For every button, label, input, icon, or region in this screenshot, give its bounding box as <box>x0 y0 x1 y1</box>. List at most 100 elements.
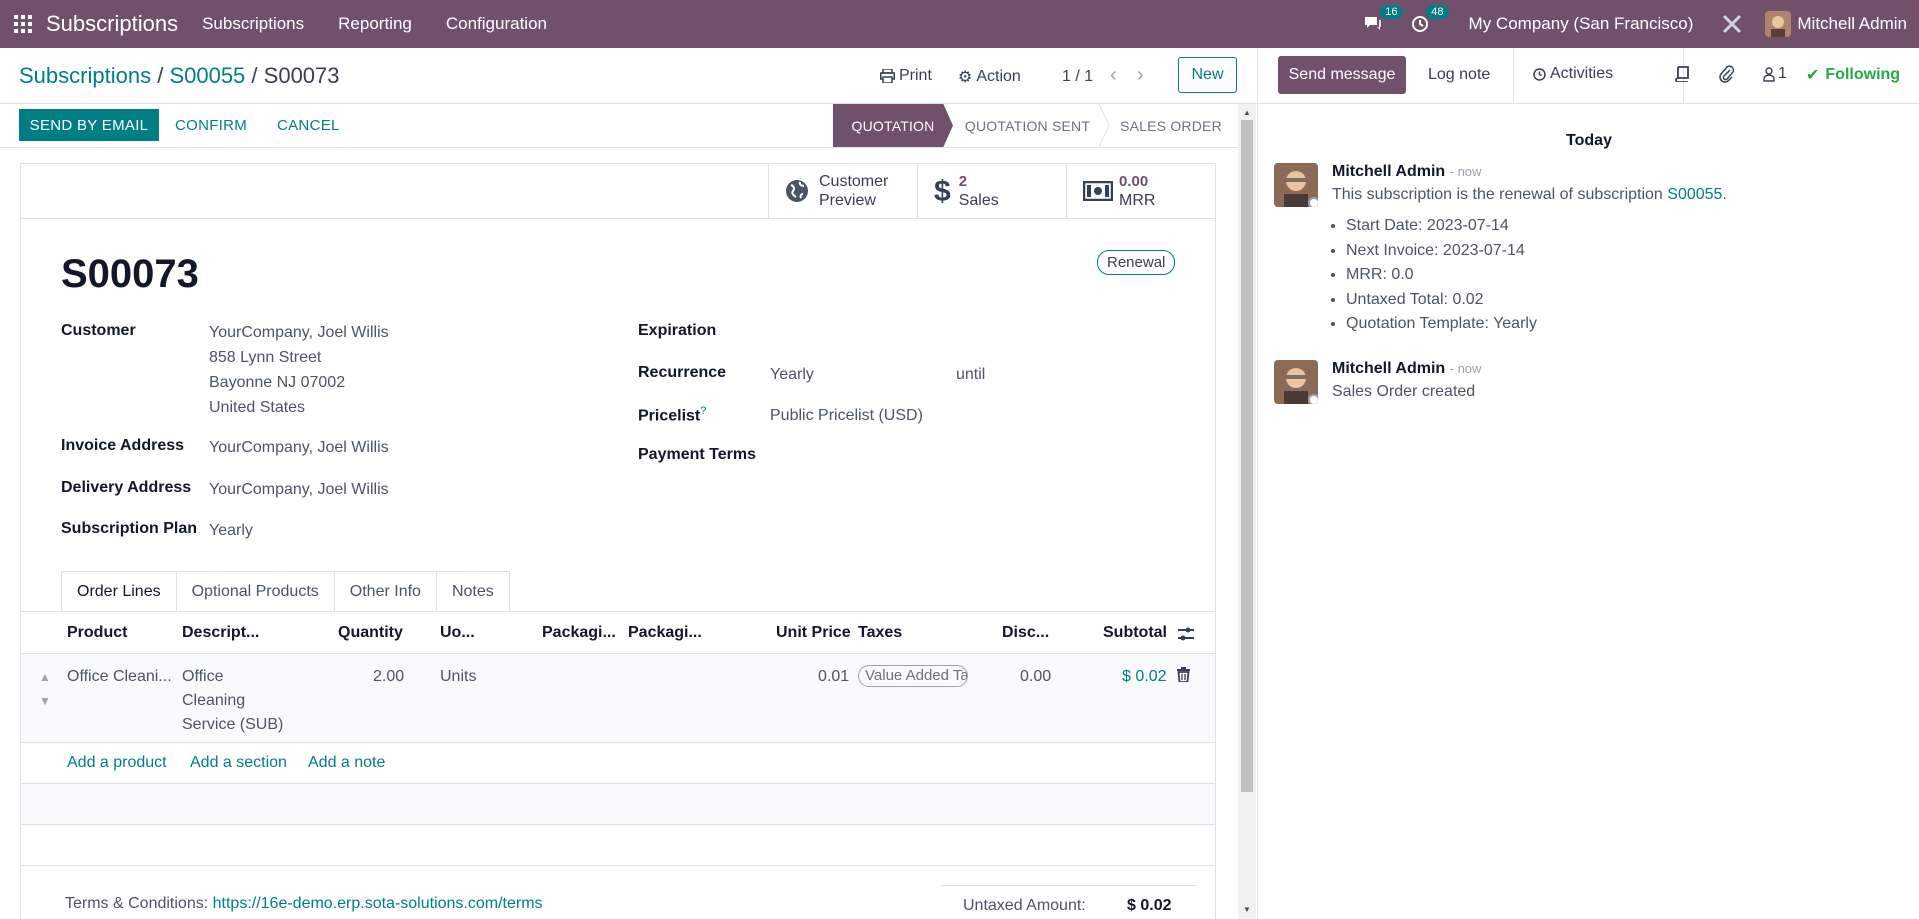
activity-menu[interactable]: 48 <box>1411 5 1449 33</box>
send-message-button[interactable]: Send message <box>1278 56 1406 94</box>
table-row[interactable]: ▲ ▼ Office Cleani... Office Cleaning Serv… <box>21 654 1215 743</box>
activity-count-badge: 48 <box>1426 5 1449 19</box>
col-uom[interactable]: Uo... <box>440 624 475 642</box>
stage-quotation-sent[interactable]: QUOTATION SENT <box>955 104 1100 147</box>
paperclip-icon[interactable] <box>1719 65 1735 83</box>
empty-row <box>21 784 1215 825</box>
row-description[interactable]: Office Cleaning Service (SUB) <box>182 665 283 737</box>
trash-icon[interactable] <box>1177 667 1190 682</box>
activities-button[interactable]: Activities <box>1533 65 1613 83</box>
author-avatar[interactable] <box>1274 163 1318 207</box>
until-label: until <box>956 366 986 383</box>
col-product[interactable]: Product <box>67 624 127 642</box>
apps-grid-icon <box>14 15 32 33</box>
print-button[interactable]: Print <box>880 67 932 85</box>
delivery-address-field[interactable]: YourCompany, Joel Willis <box>209 477 389 502</box>
customer-field[interactable]: YourCompany, Joel Willis 858 Lynn Street… <box>209 320 389 420</box>
renewal-badge: Renewal <box>1097 250 1176 275</box>
tab-optional-products[interactable]: Optional Products <box>176 571 335 612</box>
col-unit-price[interactable]: Unit Price <box>776 624 851 642</box>
list-item: Untaxed Total: 0.02 <box>1346 288 1537 313</box>
add-product-link[interactable]: Add a product <box>67 754 167 772</box>
action-button[interactable]: ⚙ Action <box>958 67 1021 87</box>
tab-notes[interactable]: Notes <box>436 571 510 612</box>
message-author[interactable]: Mitchell Admin - now <box>1332 360 1481 378</box>
payment-terms-label: Payment Terms <box>638 446 756 463</box>
add-note-link[interactable]: Add a note <box>308 754 385 772</box>
col-discount[interactable]: Disc... <box>1002 624 1049 642</box>
subscription-plan-field[interactable]: Yearly <box>209 518 253 543</box>
menu-reporting[interactable]: Reporting <box>338 14 412 34</box>
pager-previous[interactable]: ‹ <box>1110 64 1117 87</box>
sales-stat-button[interactable]: $ 2 Sales <box>917 164 1066 218</box>
message-author[interactable]: Mitchell Admin - now <box>1332 163 1481 181</box>
tools-icon <box>1723 14 1742 34</box>
tab-other-info[interactable]: Other Info <box>334 571 437 612</box>
log-note-button[interactable]: Log note <box>1428 66 1490 84</box>
mrr-stat-button[interactable]: 0.00 MRR <box>1066 164 1215 218</box>
drag-handle-icon[interactable]: ▲ ▼ <box>39 665 51 713</box>
new-button[interactable]: New <box>1178 57 1237 93</box>
presence-icon <box>1308 394 1318 404</box>
clock-icon <box>1411 16 1428 32</box>
messaging-menu[interactable]: 16 <box>1363 5 1403 33</box>
col-taxes[interactable]: Taxes <box>858 624 902 642</box>
app-menu-button[interactable] <box>0 0 46 48</box>
stage-quotation[interactable]: QUOTATION <box>833 104 953 147</box>
book-icon[interactable] <box>1675 66 1689 82</box>
following-button[interactable]: ✔ Following <box>1806 65 1900 85</box>
chatter-topbar: Send message Log note Activities 1 ✔ Fol… <box>1258 48 1919 104</box>
user-icon <box>1763 66 1775 82</box>
form-sheet: Customer Preview $ 2 Sales 0.00 MRR S000… <box>20 163 1216 919</box>
user-avatar[interactable] <box>1765 11 1792 37</box>
col-quantity[interactable]: Quantity <box>338 624 403 642</box>
send-by-email-button[interactable]: SEND BY EMAIL <box>19 109 159 141</box>
globe-icon <box>786 180 808 202</box>
col-subtotal[interactable]: Subtotal <box>1103 624 1167 642</box>
check-icon: ✔ <box>1806 67 1820 84</box>
breadcrumb-subscriptions[interactable]: Subscriptions <box>19 63 151 88</box>
row-product[interactable]: Office Cleani... <box>67 665 172 689</box>
confirm-button[interactable]: CONFIRM <box>175 109 247 141</box>
stage-sales-order[interactable]: SALES ORDER <box>1110 104 1232 147</box>
row-uom[interactable]: Units <box>440 665 476 689</box>
row-tax-tag[interactable]: Value Added Ta <box>858 665 968 687</box>
clock-icon <box>1533 67 1546 81</box>
terms-link[interactable]: https://16e-demo.erp.sota-solutions.com/… <box>213 895 543 912</box>
recurrence-field[interactable]: Yearly <box>770 362 814 387</box>
breadcrumb-s00055[interactable]: S00055 <box>169 63 245 88</box>
form-scrollbar[interactable]: ▲ ▼ <box>1238 104 1256 919</box>
col-packaging[interactable]: Packagi... <box>628 624 702 642</box>
row-discount[interactable]: 0.00 <box>1020 665 1051 689</box>
renewal-source-link[interactable]: S00055 <box>1667 186 1722 203</box>
debug-tools[interactable] <box>1721 13 1743 35</box>
user-menu[interactable]: Mitchell Admin <box>1797 14 1907 34</box>
scroll-down-icon[interactable]: ▼ <box>1243 905 1251 914</box>
pager-next[interactable]: › <box>1137 64 1144 87</box>
invoice-address-field[interactable]: YourCompany, Joel Willis <box>209 435 389 460</box>
menu-subscriptions[interactable]: Subscriptions <box>202 14 304 34</box>
customer-preview-button[interactable]: Customer Preview <box>768 164 917 218</box>
breadcrumb-current: S00073 <box>263 63 340 88</box>
pager-value[interactable]: 1 / 1 <box>1062 68 1093 86</box>
scrollbar-thumb[interactable] <box>1241 120 1253 792</box>
followers-button[interactable]: 1 <box>1763 65 1787 83</box>
col-packaging-qty[interactable]: Packagi... <box>542 624 616 642</box>
untaxed-amount-value: $ 0.02 <box>1127 897 1172 914</box>
pricelist-field[interactable]: Public Pricelist (USD) <box>770 403 923 428</box>
scroll-up-icon[interactable]: ▲ <box>1243 108 1251 117</box>
list-item: Next Invoice: 2023-07-14 <box>1346 239 1537 264</box>
row-quantity[interactable]: 2.00 <box>373 665 404 689</box>
tab-order-lines[interactable]: Order Lines <box>61 571 177 612</box>
menu-configuration[interactable]: Configuration <box>446 14 547 34</box>
cancel-button[interactable]: CANCEL <box>277 109 340 141</box>
list-item: Start Date: 2023-07-14 <box>1346 214 1537 239</box>
pricelist-help-icon[interactable]: ? <box>700 405 706 417</box>
col-description[interactable]: Descript... <box>182 624 259 642</box>
company-switcher[interactable]: My Company (San Francisco) <box>1469 14 1694 34</box>
optional-columns-icon[interactable] <box>1177 626 1195 642</box>
app-brand[interactable]: Subscriptions <box>46 11 178 37</box>
add-section-link[interactable]: Add a section <box>190 754 287 772</box>
row-unit-price[interactable]: 0.01 <box>818 665 849 689</box>
author-avatar[interactable] <box>1274 360 1318 404</box>
